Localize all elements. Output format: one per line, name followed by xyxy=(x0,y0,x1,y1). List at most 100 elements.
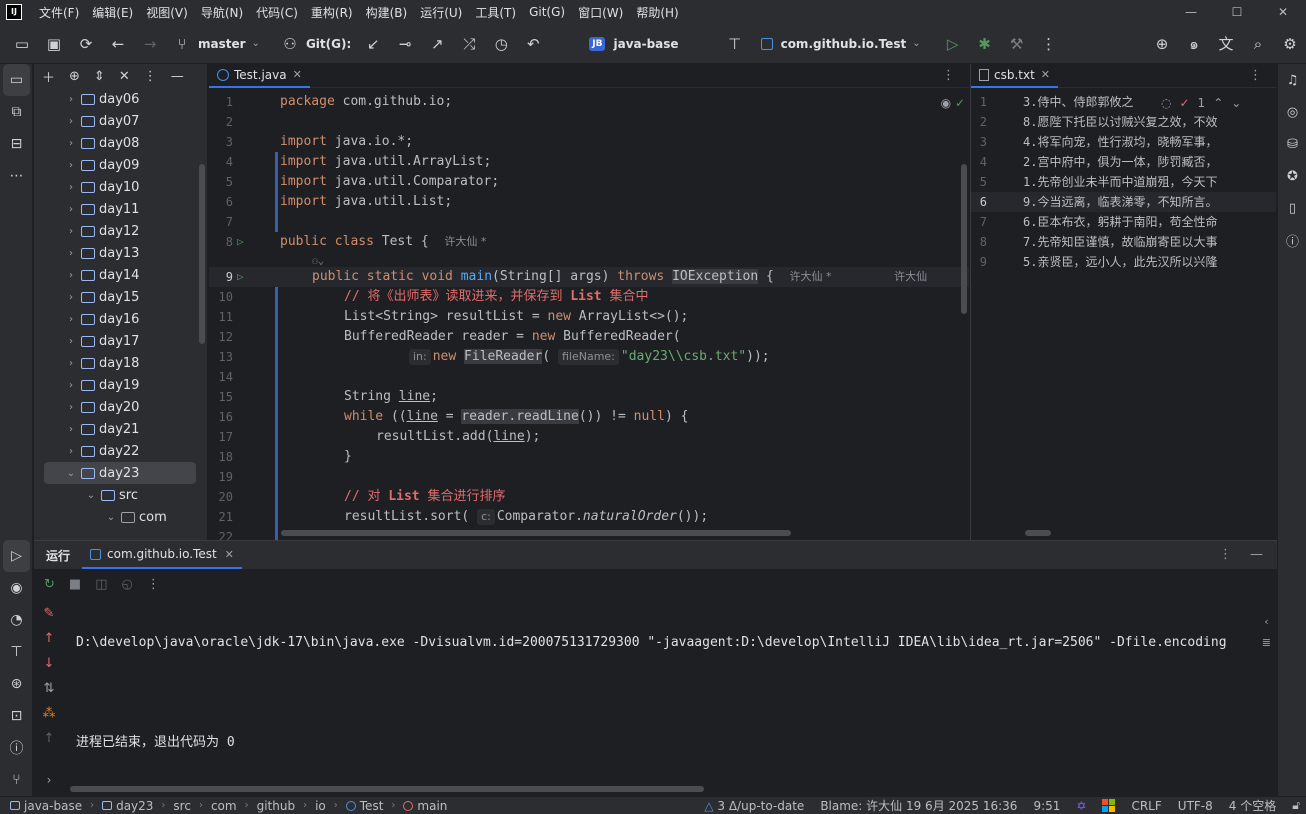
tab-run-config[interactable]: com.github.io.Test ✕ xyxy=(82,541,242,569)
tree-item-day10[interactable]: › day10 xyxy=(34,176,207,198)
wrap-icon[interactable]: ≣ xyxy=(1262,636,1271,649)
project-folder-icon[interactable]: ▭ xyxy=(3,64,30,96)
terminal-icon[interactable]: ⊡ xyxy=(0,700,33,732)
tree-item-src[interactable]: ⌄ src xyxy=(34,484,207,506)
chevron-down-icon[interactable]: ⌄ xyxy=(252,38,260,49)
bookmark-icon[interactable]: ▯ xyxy=(1278,192,1306,224)
menu-view[interactable]: 视图(V) xyxy=(141,4,196,21)
tree-item-day15[interactable]: › day15 xyxy=(34,286,207,308)
close-window-icon[interactable]: ✕ xyxy=(1260,0,1306,24)
chevron-right-icon[interactable]: › xyxy=(64,446,78,457)
history-icon[interactable]: ◷ xyxy=(485,30,517,58)
database-icon[interactable]: ⛁ xyxy=(1278,128,1306,160)
chevron-right-icon[interactable]: › xyxy=(64,94,78,105)
build-tool-icon[interactable]: ⊤ xyxy=(0,636,33,668)
chevron-right-icon[interactable]: › xyxy=(64,292,78,303)
tree-item-day14[interactable]: › day14 xyxy=(34,264,207,286)
chevron-right-icon[interactable]: › xyxy=(64,116,78,127)
chevron-right-icon[interactable]: › xyxy=(64,204,78,215)
screenshot-icon[interactable]: ◵ xyxy=(122,577,133,592)
chevron-right-icon[interactable]: › xyxy=(64,248,78,259)
tree-item-day12[interactable]: › day12 xyxy=(34,220,207,242)
commit-icon[interactable]: ⧉ xyxy=(0,96,33,128)
tree-item-day11[interactable]: › day11 xyxy=(34,198,207,220)
forward-icon[interactable]: → xyxy=(134,30,166,58)
menu-code[interactable]: 代码(C) xyxy=(251,4,306,21)
txt-horizontal-scrollbar[interactable] xyxy=(1025,530,1051,536)
chevron-right-icon[interactable]: › xyxy=(64,336,78,347)
chevron-right-icon[interactable]: › xyxy=(64,270,78,281)
more-icon[interactable]: ⋮ xyxy=(1219,547,1232,562)
plugin-status-icon[interactable]: ✡ xyxy=(1076,799,1086,813)
maximize-icon[interactable]: ☐ xyxy=(1214,0,1260,24)
open-folder-icon[interactable]: ▭ xyxy=(6,30,38,58)
project-scrollbar[interactable] xyxy=(199,164,205,344)
structure-icon[interactable]: ⊟ xyxy=(0,128,33,160)
console-horizontal-scrollbar[interactable] xyxy=(70,786,704,792)
more-icon[interactable]: ⋮ xyxy=(942,68,955,83)
more-icon[interactable]: ⋮ xyxy=(147,577,160,592)
editor-vertical-scrollbar[interactable] xyxy=(961,164,967,314)
collapse-all-icon[interactable]: ✕ xyxy=(119,69,130,84)
tree-item-day09[interactable]: › day09 xyxy=(34,154,207,176)
breadcrumb-item[interactable]: Test xyxy=(360,799,384,813)
indent-setting[interactable]: 4 个空格 xyxy=(1229,797,1276,814)
close-tab-icon[interactable]: ✕ xyxy=(293,68,302,81)
expand-all-icon[interactable]: ⇕ xyxy=(94,69,105,84)
chevron-right-icon[interactable]: › xyxy=(64,160,78,171)
close-tab-icon[interactable]: ✕ xyxy=(225,548,234,561)
breadcrumb-item[interactable]: day23 xyxy=(116,799,153,813)
menu-run[interactable]: 运行(U) xyxy=(415,4,470,21)
editor-horizontal-scrollbar[interactable] xyxy=(281,530,791,536)
plugins-tool-icon[interactable]: ⊛ xyxy=(0,668,33,700)
back-icon[interactable]: ← xyxy=(102,30,134,58)
tree-item-day16[interactable]: › day16 xyxy=(34,308,207,330)
tree-item-day06[interactable]: › day06 xyxy=(34,88,207,110)
settings-icon[interactable]: ⚙ xyxy=(1274,30,1306,58)
breadcrumb-item[interactable]: io xyxy=(315,799,326,813)
flow-icon[interactable]: ⁂ xyxy=(34,701,64,726)
chevron-right-icon[interactable]: › xyxy=(64,138,78,149)
copilot-icon[interactable]: ✪ xyxy=(1278,160,1306,192)
stop-icon[interactable]: ■ xyxy=(69,577,81,592)
vcs-status[interactable]: △ 3 Δ/up-to-date xyxy=(704,799,804,813)
git-update-icon[interactable]: ↙ xyxy=(357,30,389,58)
tree-item-day17[interactable]: › day17 xyxy=(34,330,207,352)
hide-icon[interactable]: — xyxy=(171,69,184,84)
run-gutter-icon[interactable]: ▷ xyxy=(237,267,244,287)
down-arrow-icon[interactable]: ↓ xyxy=(34,651,64,676)
ai-chat-icon[interactable]: ◎ xyxy=(1278,96,1306,128)
chevron-down-icon[interactable]: ⌄ xyxy=(104,512,118,523)
breadcrumb-item[interactable]: src xyxy=(173,799,191,813)
git-merge-icon[interactable]: ⤮ xyxy=(453,30,485,58)
save-icon[interactable]: ▣ xyxy=(38,30,70,58)
sort-icon[interactable]: ⇅ xyxy=(34,676,64,701)
sync-icon[interactable]: ⟳ xyxy=(70,30,102,58)
chevron-down-icon[interactable]: ⌄ xyxy=(84,490,98,501)
camera-icon[interactable]: ◫ xyxy=(95,577,107,592)
chevron-down-icon[interactable]: ⌄ xyxy=(64,468,78,479)
menu-edit[interactable]: 编辑(E) xyxy=(87,4,141,21)
menu-navigate[interactable]: 导航(N) xyxy=(196,4,251,21)
console-output[interactable]: D:\develop\java\oracle\jdk-17\bin\java.e… xyxy=(76,603,1227,783)
chevron-right-icon[interactable]: › xyxy=(64,314,78,325)
menu-git[interactable]: Git(G) xyxy=(524,5,573,19)
problems-icon[interactable]: ⓘ xyxy=(0,732,33,764)
run-tool-icon[interactable]: ▷ xyxy=(3,540,30,572)
run-icon[interactable]: ▷ xyxy=(937,30,969,58)
tab-test-java[interactable]: Test.java ✕ xyxy=(209,64,310,88)
debug-icon[interactable]: ✱ xyxy=(969,30,1001,58)
breadcrumb-item[interactable]: main xyxy=(417,799,447,813)
tree-item-day23[interactable]: ⌄ day23 xyxy=(44,462,196,484)
chevron-right-icon[interactable]: › xyxy=(64,226,78,237)
run-gutter-icon[interactable]: ▷ xyxy=(237,232,244,252)
services-icon[interactable]: ◉ xyxy=(0,572,33,604)
notifications-icon[interactable]: ♫ xyxy=(1278,64,1306,96)
translate-icon[interactable]: 文 xyxy=(1210,30,1242,58)
breadcrumb-item[interactable]: com xyxy=(211,799,237,813)
chevron-right-icon[interactable]: › xyxy=(64,380,78,391)
search-icon[interactable]: ⌕ xyxy=(1242,30,1274,58)
run-config-selector[interactable]: com.github.io.Test xyxy=(781,37,907,51)
tree-item-day21[interactable]: › day21 xyxy=(34,418,207,440)
up-arrow-icon[interactable]: ↑ xyxy=(34,626,64,651)
